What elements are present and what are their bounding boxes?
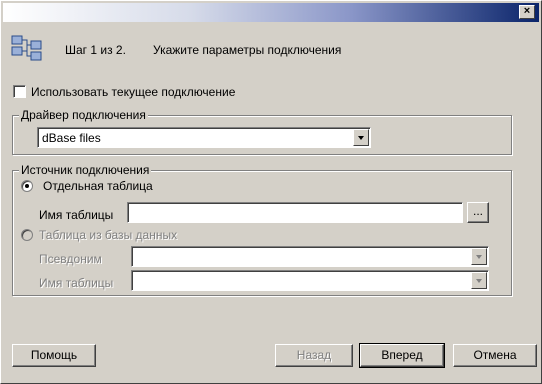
driver-select-value: dBase files	[42, 131, 101, 145]
wizard-connection-icon	[11, 35, 42, 61]
source-group: Источник подключения Отдельная таблица И…	[12, 163, 512, 296]
wizard-dialog: × Шаг 1 из 2. Укажите параметры подключе…	[0, 0, 542, 384]
back-button[interactable]: Назад	[275, 344, 353, 367]
close-button[interactable]: ×	[519, 5, 535, 19]
driver-group-legend: Драйвер подключения	[19, 108, 148, 122]
db-table-label[interactable]: Таблица из базы данных	[39, 228, 177, 242]
alias-label: Псевдоним	[39, 252, 102, 266]
title-bar[interactable]: ×	[3, 3, 539, 22]
db-table-radio[interactable]	[21, 229, 33, 241]
alias-select[interactable]	[131, 246, 489, 267]
wizard-header: Шаг 1 из 2. Укажите параметры подключени…	[1, 25, 541, 73]
chevron-down-icon[interactable]	[471, 248, 487, 265]
cancel-button[interactable]: Отмена	[453, 344, 537, 367]
db-table-name-select[interactable]	[131, 270, 489, 291]
use-current-connection-label[interactable]: Использовать текущее подключение	[31, 85, 235, 99]
step-indicator: Шаг 1 из 2.	[65, 43, 126, 57]
chevron-down-icon[interactable]	[353, 129, 369, 146]
driver-group: Драйвер подключения dBase files	[12, 108, 512, 155]
driver-select[interactable]: dBase files	[37, 127, 371, 148]
db-table-name-label: Имя таблицы	[39, 276, 114, 290]
next-button[interactable]: Вперед	[359, 343, 445, 368]
source-group-legend: Источник подключения	[19, 163, 152, 177]
browse-button[interactable]: ...	[467, 202, 489, 223]
single-table-radio[interactable]	[21, 180, 33, 192]
step-instruction: Укажите параметры подключения	[153, 43, 342, 57]
table-name-label: Имя таблицы	[39, 208, 114, 222]
use-current-connection-checkbox[interactable]	[13, 85, 26, 98]
chevron-down-icon[interactable]	[471, 272, 487, 289]
table-name-input[interactable]	[127, 202, 463, 223]
help-button[interactable]: Помощь	[12, 344, 96, 367]
single-table-label[interactable]: Отдельная таблица	[43, 179, 153, 193]
